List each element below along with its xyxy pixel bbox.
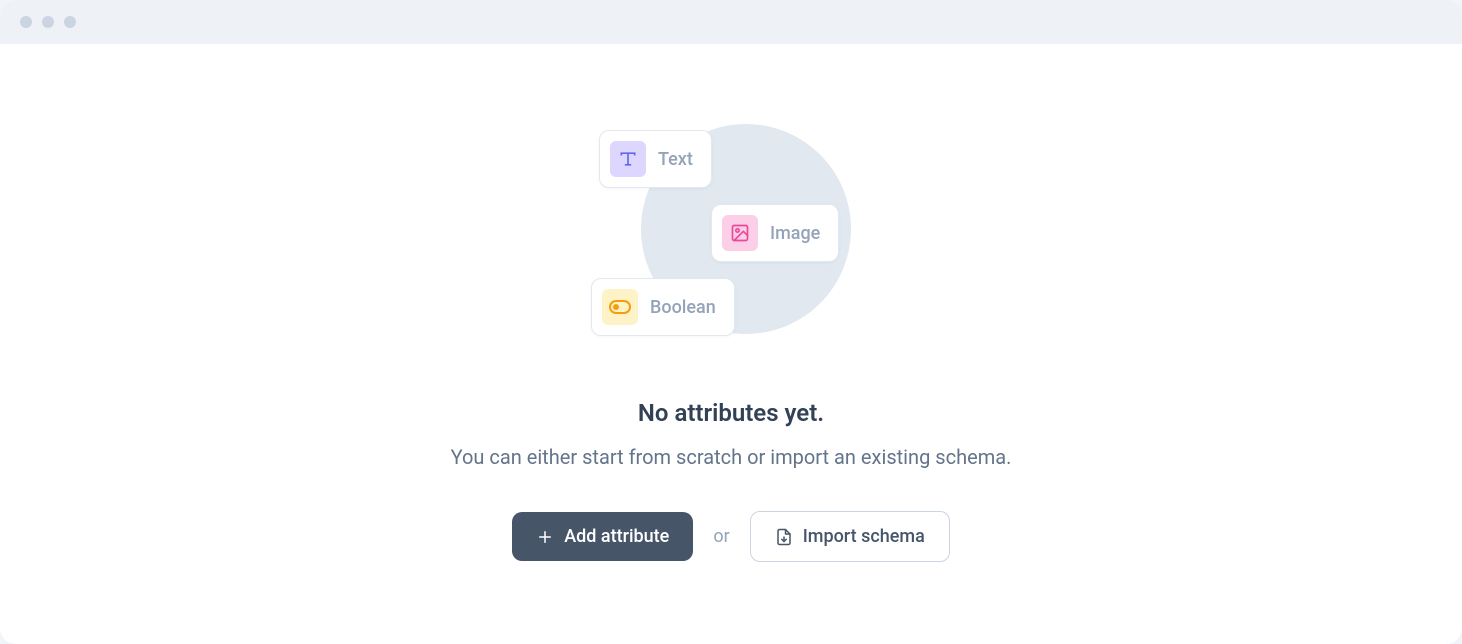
empty-state-title: No attributes yet. [638, 399, 824, 427]
text-type-icon [610, 141, 646, 177]
chip-image: Image [711, 204, 839, 262]
illustration: Text Image Boolean [591, 114, 871, 344]
chip-label: Boolean [650, 297, 716, 318]
add-attribute-label: Add attribute [564, 526, 669, 547]
titlebar [0, 0, 1462, 44]
boolean-type-icon [602, 289, 638, 325]
window-control-dot [42, 16, 54, 28]
chip-boolean: Boolean [591, 278, 735, 336]
window-control-dot [64, 16, 76, 28]
chip-label: Image [770, 223, 820, 244]
window: Text Image Boolean [0, 0, 1462, 644]
import-icon [775, 528, 793, 546]
import-schema-label: Import schema [803, 526, 925, 547]
or-separator: or [713, 526, 729, 547]
window-control-dot [20, 16, 32, 28]
import-schema-button[interactable]: Import schema [750, 511, 950, 562]
image-type-icon [722, 215, 758, 251]
empty-state-subtitle: You can either start from scratch or imp… [451, 445, 1012, 469]
chip-text: Text [599, 130, 712, 188]
actions: Add attribute or Import schema [512, 511, 950, 562]
plus-icon [536, 528, 554, 546]
empty-state: Text Image Boolean [0, 44, 1462, 562]
chip-label: Text [658, 149, 693, 170]
add-attribute-button[interactable]: Add attribute [512, 512, 693, 561]
